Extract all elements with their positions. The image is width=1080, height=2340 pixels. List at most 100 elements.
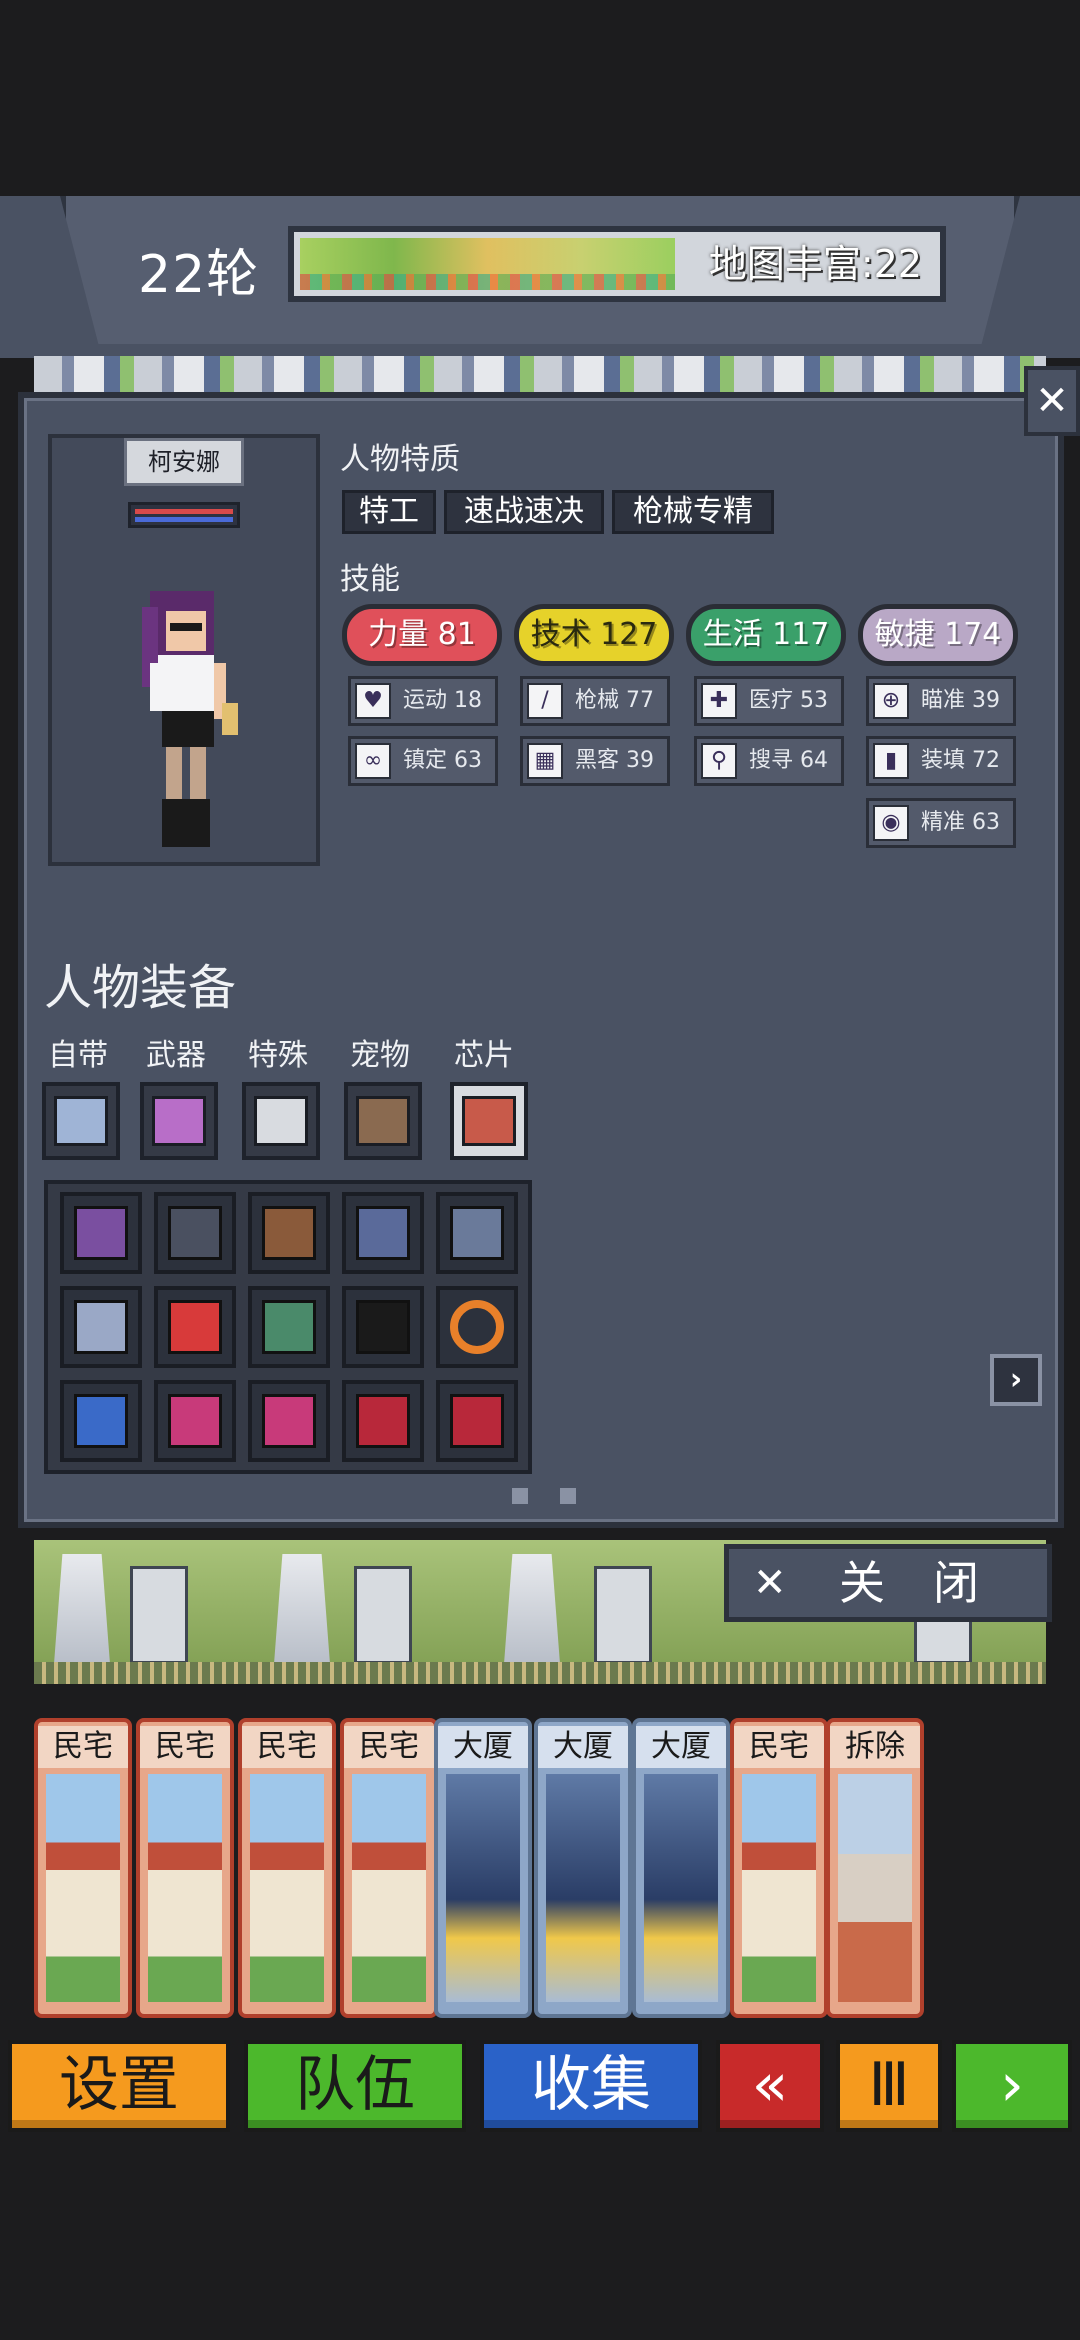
slot-builtin[interactable]: [42, 1082, 120, 1160]
team-button[interactable]: 队伍: [244, 2040, 466, 2132]
settings-button[interactable]: 设置: [8, 2040, 230, 2132]
code-terminal-icon: [356, 1300, 410, 1354]
ammo-icon: ▮: [873, 743, 909, 779]
card-house[interactable]: 民宅: [340, 1718, 438, 2018]
inventory-slot[interactable]: [60, 1286, 142, 1368]
inventory-slot[interactable]: [342, 1286, 424, 1368]
vr-goggles-icon: [356, 1206, 410, 1260]
card-tower[interactable]: 大厦: [632, 1718, 730, 2018]
inventory-slot[interactable]: [436, 1380, 518, 1462]
laptop-icon: [168, 1206, 222, 1260]
skill-medical[interactable]: ✚ 医疗 53: [694, 676, 844, 726]
trait-chip[interactable]: 特工: [342, 490, 436, 534]
inventory-slot[interactable]: [248, 1192, 330, 1274]
book-target-icon: [450, 1394, 504, 1448]
jacket-icon: [74, 1300, 128, 1354]
character-sprite: [142, 591, 238, 847]
card-demolish[interactable]: 拆除: [826, 1718, 924, 2018]
inventory-slot[interactable]: [342, 1380, 424, 1462]
stat-agility: 敏捷 174: [858, 604, 1018, 666]
card-house[interactable]: 民宅: [34, 1718, 132, 2018]
building: [130, 1566, 188, 1664]
inventory-slot[interactable]: [248, 1286, 330, 1368]
stat-strength: 力量 81: [342, 604, 502, 666]
page-dot-2[interactable]: [560, 1488, 576, 1504]
slot-label: 宠物: [350, 1038, 410, 1073]
book-glasses-icon: [74, 1394, 128, 1448]
inventory-slot[interactable]: [436, 1192, 518, 1274]
next-page-button[interactable]: ›: [990, 1354, 1042, 1406]
card-tower[interactable]: 大厦: [434, 1718, 532, 2018]
crosshair-icon: ⊕: [873, 683, 909, 719]
tower-art: [644, 1774, 718, 2002]
trait-chip[interactable]: 速战速决: [444, 490, 604, 534]
magnifier-icon: ⚲: [701, 743, 737, 779]
house-art: [352, 1774, 426, 2002]
slot-weapon[interactable]: [140, 1082, 218, 1160]
house-art: [46, 1774, 120, 2002]
round-counter: 22轮: [138, 245, 260, 305]
skill-aim[interactable]: ⊕ 瞄准 39: [866, 676, 1016, 726]
slot-label: 特殊: [248, 1038, 308, 1073]
canister-icon: [254, 1096, 308, 1146]
inventory-slot[interactable]: [60, 1192, 142, 1274]
card-tower[interactable]: 大厦: [534, 1718, 632, 2018]
slot-label: 自带: [48, 1038, 108, 1073]
skill-athletics[interactable]: ♥ 运动 18: [348, 676, 498, 726]
skill-precision[interactable]: ◉ 精准 63: [866, 798, 1016, 848]
card-house[interactable]: 民宅: [730, 1718, 828, 2018]
play-button[interactable]: ›: [952, 2040, 1072, 2132]
close-icon: ✕: [753, 1560, 787, 1606]
house-art: [742, 1774, 816, 2002]
heart-icon: ♥: [355, 683, 391, 719]
inventory-slot[interactable]: [248, 1380, 330, 1462]
cooling-tower: [54, 1554, 110, 1664]
skill-hacking[interactable]: ▦ 黑客 39: [520, 736, 670, 786]
stat-life: 生活 117: [686, 604, 846, 666]
trait-chip[interactable]: 枪械专精: [612, 490, 774, 534]
skill-composure[interactable]: ∞ 镇定 63: [348, 736, 498, 786]
equipment-title: 人物装备: [44, 960, 237, 1016]
collection-button[interactable]: 收集: [480, 2040, 702, 2132]
building: [354, 1566, 412, 1664]
blaster-icon: [152, 1096, 206, 1146]
inventory-slot[interactable]: [60, 1380, 142, 1462]
inventory-slot[interactable]: [342, 1192, 424, 1274]
map-richness-label: 地图丰富:22: [708, 242, 922, 286]
house-art: [250, 1774, 324, 2002]
skill-firearms[interactable]: / 枪械 77: [520, 676, 670, 726]
page-dot-1[interactable]: [512, 1488, 528, 1504]
medkit-icon: ✚: [701, 683, 737, 719]
inventory-slot[interactable]: [154, 1192, 236, 1274]
slot-pet[interactable]: [344, 1082, 422, 1160]
card-house[interactable]: 民宅: [136, 1718, 234, 2018]
book-search-icon: [168, 1394, 222, 1448]
slot-label: 武器: [146, 1038, 206, 1073]
close-icon[interactable]: ✕: [1024, 366, 1080, 436]
pause-button[interactable]: Ⅲ: [836, 2040, 942, 2132]
first-aid-icon: [168, 1300, 222, 1354]
close-button[interactable]: ✕ 关闭: [724, 1544, 1052, 1622]
stat-technique: 技术 127: [514, 604, 674, 666]
slot-special[interactable]: [242, 1082, 320, 1160]
fence: [34, 1662, 1046, 1684]
book-search-icon: [262, 1394, 316, 1448]
ring-icon: [450, 1300, 504, 1354]
inventory-slot[interactable]: [154, 1380, 236, 1462]
armor-plate-icon: [450, 1206, 504, 1260]
card-house[interactable]: 民宅: [238, 1718, 336, 2018]
inventory-slot[interactable]: [436, 1286, 518, 1368]
tower-art: [446, 1774, 520, 2002]
cat-icon: [356, 1096, 410, 1146]
health-bar: [128, 502, 240, 528]
cooling-tower: [504, 1554, 560, 1664]
green-backpack-icon: [262, 1300, 316, 1354]
slot-label: 芯片: [454, 1038, 514, 1073]
slot-chip[interactable]: [450, 1082, 528, 1160]
rewind-button[interactable]: «: [716, 2040, 824, 2132]
skill-search[interactable]: ⚲ 搜寻 64: [694, 736, 844, 786]
inventory-slot[interactable]: [154, 1286, 236, 1368]
chip-icon: [462, 1096, 516, 1146]
skill-reload[interactable]: ▮ 装填 72: [866, 736, 1016, 786]
glasses-icon: ∞: [355, 743, 391, 779]
